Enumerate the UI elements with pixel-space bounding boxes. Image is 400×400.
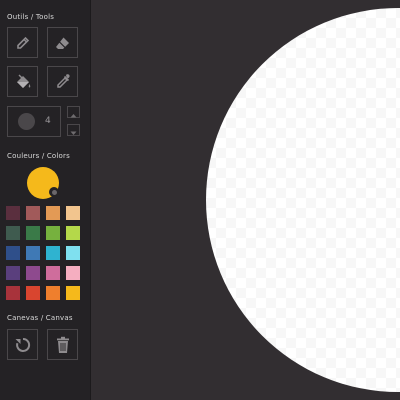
dot-icon: [51, 189, 57, 195]
color-swatch[interactable]: [6, 206, 20, 220]
pencil-tool-button[interactable]: [7, 27, 38, 58]
color-swatch[interactable]: [66, 206, 80, 220]
sidebar: Outils / Tools 4 Couleurs / Colors Canev…: [0, 0, 91, 400]
color-swatch[interactable]: [26, 286, 40, 300]
color-options-badge[interactable]: [49, 187, 59, 197]
drawing-area: [90, 0, 400, 400]
color-swatch[interactable]: [66, 286, 80, 300]
color-swatch[interactable]: [46, 226, 60, 240]
color-swatch[interactable]: [6, 286, 20, 300]
chevron-up-icon: [70, 103, 77, 122]
color-swatch[interactable]: [46, 206, 60, 220]
color-swatch[interactable]: [66, 246, 80, 260]
eraser-icon: [54, 35, 72, 51]
brush-size-value: 4: [45, 116, 51, 126]
color-swatch[interactable]: [26, 246, 40, 260]
brush-size-increase-button[interactable]: [67, 106, 80, 118]
color-swatch[interactable]: [66, 266, 80, 280]
color-swatch[interactable]: [26, 206, 40, 220]
drawing-canvas[interactable]: [206, 8, 400, 392]
brush-size-display: 4: [7, 106, 61, 137]
pencil-icon: [15, 35, 31, 51]
color-swatch[interactable]: [46, 266, 60, 280]
color-swatch[interactable]: [26, 226, 40, 240]
brush-size-decrease-button[interactable]: [67, 124, 80, 136]
fill-tool-button[interactable]: [7, 66, 38, 97]
chevron-down-icon: [70, 121, 77, 140]
colors-title: Couleurs / Colors: [7, 152, 70, 160]
paint-bucket-icon: [13, 72, 33, 92]
color-swatch[interactable]: [6, 226, 20, 240]
color-swatch[interactable]: [66, 226, 80, 240]
eyedropper-icon: [55, 73, 71, 91]
clear-canvas-button[interactable]: [47, 329, 78, 360]
trash-icon: [55, 336, 71, 354]
tools-title: Outils / Tools: [7, 13, 55, 21]
color-swatch[interactable]: [26, 266, 40, 280]
undo-button[interactable]: [7, 329, 38, 360]
color-swatch[interactable]: [6, 266, 20, 280]
canvas-title: Canevas / Canvas: [7, 314, 73, 322]
undo-icon: [14, 336, 32, 354]
color-picker-tool-button[interactable]: [47, 66, 78, 97]
color-swatch[interactable]: [6, 246, 20, 260]
brush-size-preview: [18, 113, 35, 130]
color-swatch[interactable]: [46, 246, 60, 260]
color-swatch[interactable]: [46, 286, 60, 300]
eraser-tool-button[interactable]: [47, 27, 78, 58]
